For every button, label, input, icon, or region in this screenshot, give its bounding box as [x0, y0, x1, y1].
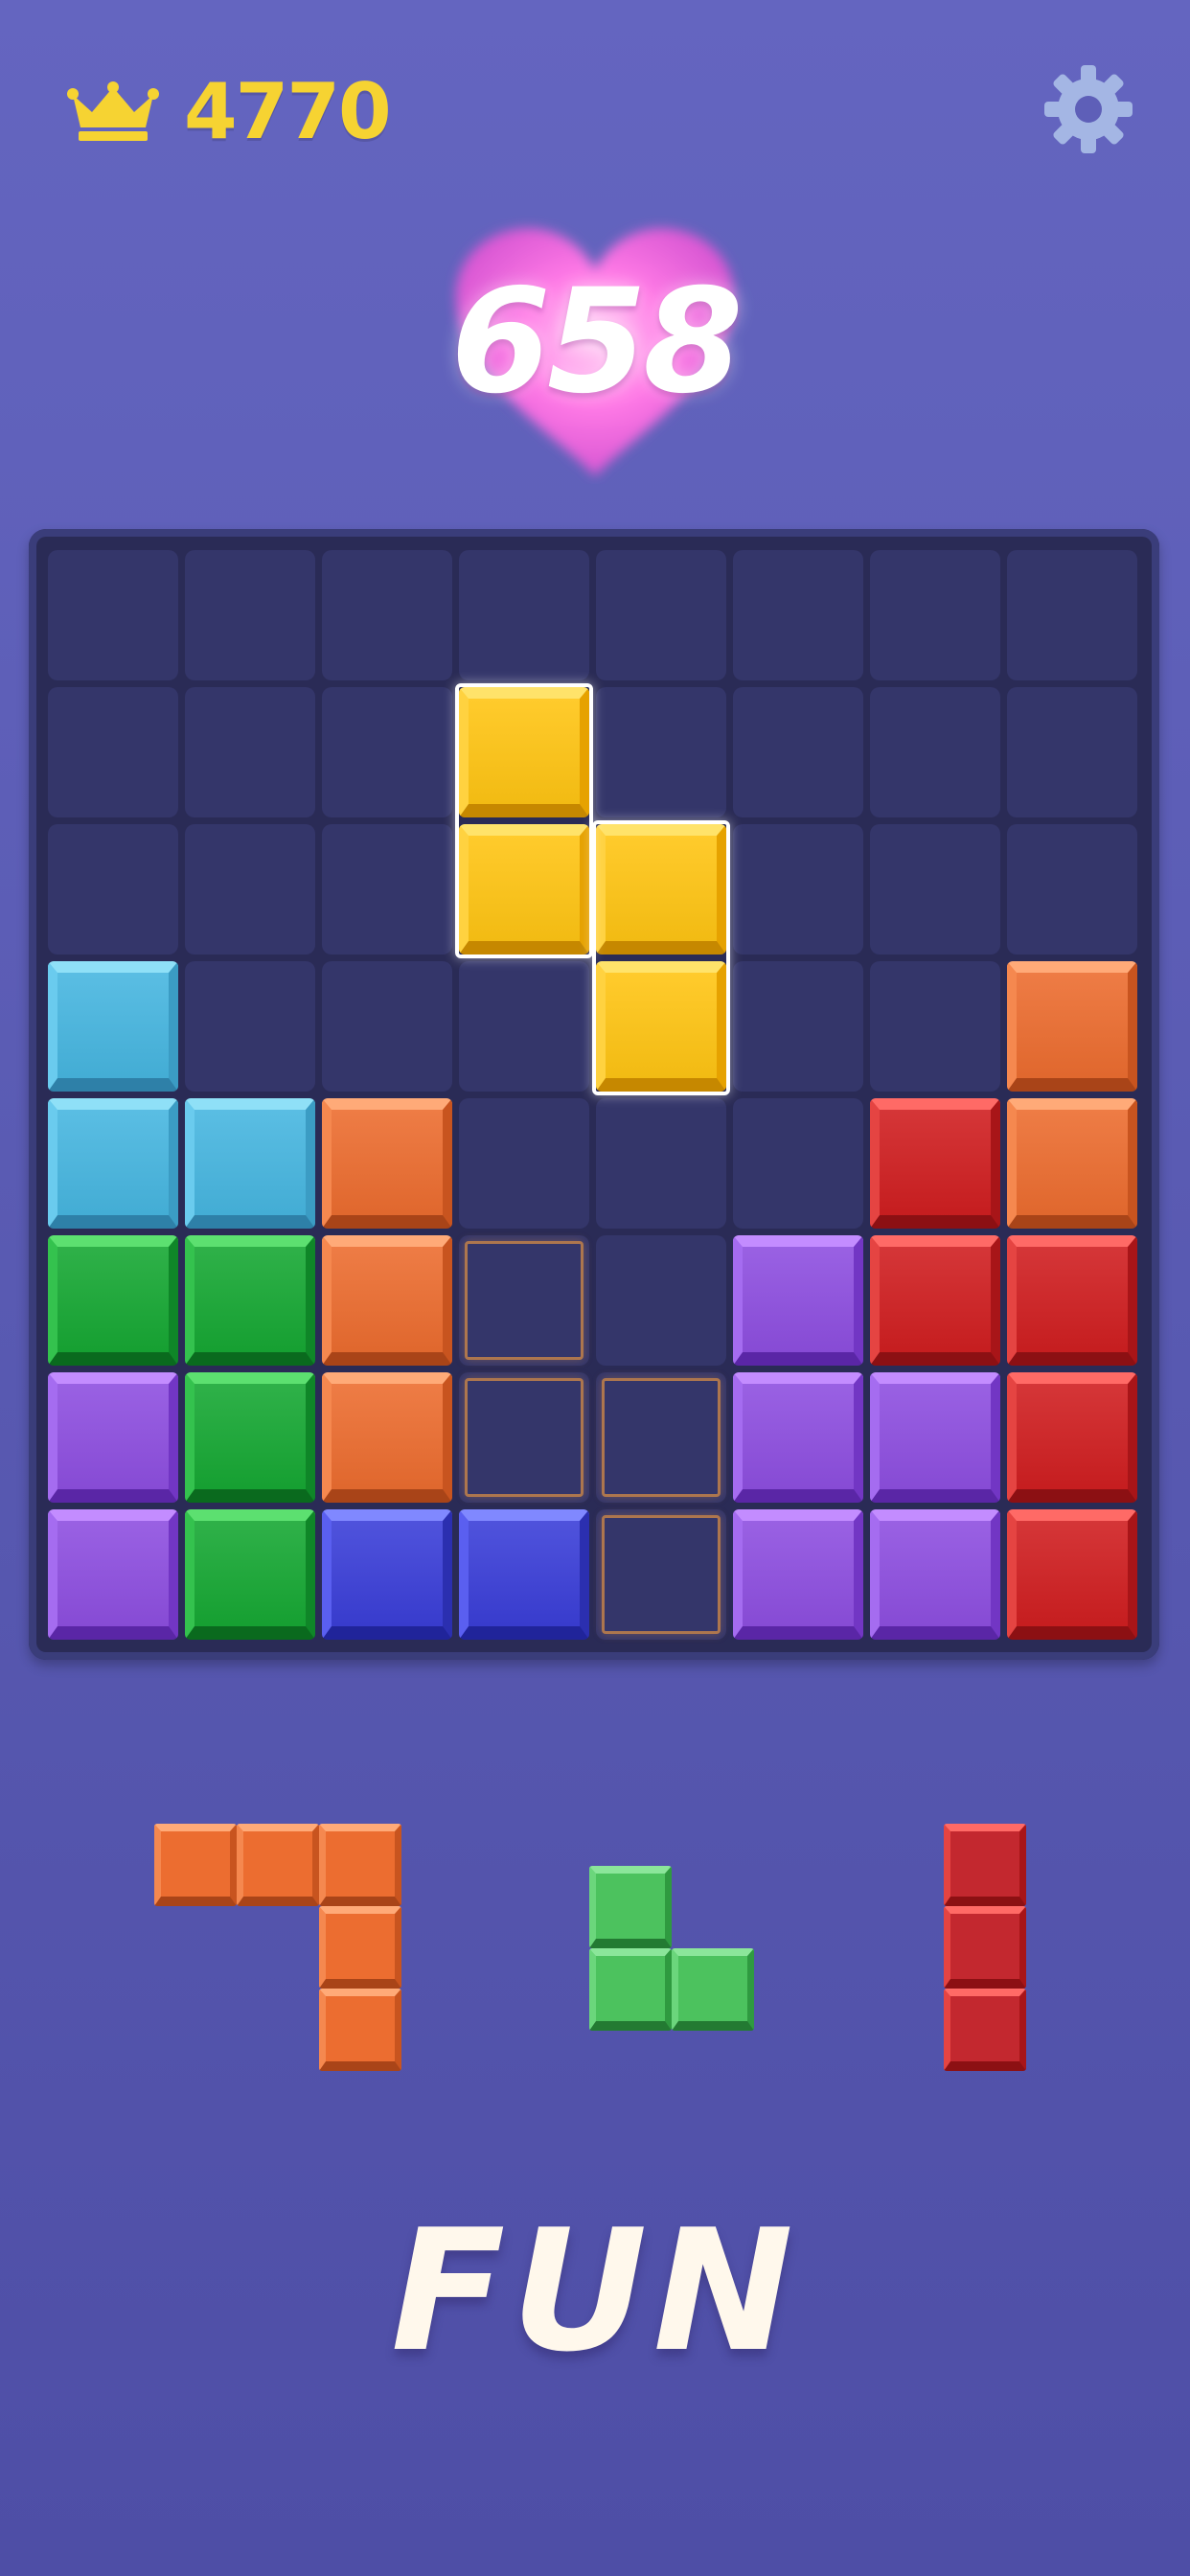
score-heart: 658 [443, 206, 747, 484]
dragging-piece-outline [592, 820, 730, 1095]
board-cell[interactable] [48, 550, 178, 680]
placement-hint-cell [602, 1515, 721, 1634]
board-cell[interactable] [596, 1098, 726, 1229]
red-block [870, 1098, 1000, 1229]
blue-block [459, 1509, 589, 1640]
green-block [185, 1235, 315, 1366]
board-cell[interactable] [322, 961, 452, 1092]
orange-block [322, 1235, 452, 1366]
board-cell[interactable] [870, 550, 1000, 680]
tray-block [944, 1824, 1026, 1906]
cyan-block [185, 1098, 315, 1229]
board-cell[interactable] [185, 961, 315, 1092]
red-block [1007, 1509, 1137, 1640]
board-cell[interactable] [596, 550, 726, 680]
board-cell[interactable] [322, 687, 452, 817]
red-block [1007, 1235, 1137, 1366]
board-cell[interactable] [48, 687, 178, 817]
orange-block [1007, 961, 1137, 1092]
crown-icon [67, 80, 159, 141]
game-board[interactable] [29, 529, 1159, 1660]
tray-block [319, 1906, 401, 1989]
tray-block [589, 1866, 672, 1948]
tray-block [672, 1948, 754, 2031]
placement-hint-cell [465, 1378, 584, 1497]
purple-block [870, 1372, 1000, 1503]
red-block [870, 1235, 1000, 1366]
board-cell[interactable] [185, 824, 315, 954]
cyan-block [48, 961, 178, 1092]
red-block [1007, 1372, 1137, 1503]
board-cell[interactable] [870, 687, 1000, 817]
tray-block [154, 1824, 237, 1906]
purple-block [48, 1372, 178, 1503]
board-cell[interactable] [459, 550, 589, 680]
board-cell[interactable] [733, 961, 863, 1092]
tray-block [319, 1989, 401, 2071]
tray-block [944, 1989, 1026, 2071]
purple-block [733, 1235, 863, 1366]
board-cell[interactable] [322, 550, 452, 680]
board-cell[interactable] [459, 1098, 589, 1229]
orange-block [322, 1098, 452, 1229]
board-cell[interactable] [870, 824, 1000, 954]
board-cell[interactable] [48, 824, 178, 954]
tray-block [237, 1824, 319, 1906]
current-score: 658 [450, 259, 743, 426]
tray-block [319, 1824, 401, 1906]
green-block [48, 1235, 178, 1366]
board-cell[interactable] [1007, 824, 1137, 954]
orange-block [322, 1372, 452, 1503]
tray-block [589, 1948, 672, 2031]
dragging-piece-outline [455, 683, 593, 958]
board-cell[interactable] [733, 687, 863, 817]
purple-block [733, 1372, 863, 1503]
gear-icon[interactable] [1042, 63, 1134, 155]
tagline: FUN [390, 2195, 800, 2389]
board-cell[interactable] [596, 687, 726, 817]
blue-block [322, 1509, 452, 1640]
board-cell[interactable] [185, 687, 315, 817]
purple-block [48, 1509, 178, 1640]
purple-block [733, 1509, 863, 1640]
green-block [185, 1372, 315, 1503]
board-cell[interactable] [733, 550, 863, 680]
board-cell[interactable] [596, 1235, 726, 1366]
board-cell[interactable] [322, 824, 452, 954]
board-cell[interactable] [1007, 550, 1137, 680]
purple-block [870, 1509, 1000, 1640]
board-cell[interactable] [185, 550, 315, 680]
green-block [185, 1509, 315, 1640]
tray-block [944, 1906, 1026, 1989]
board-cell[interactable] [733, 1098, 863, 1229]
board-cell[interactable] [870, 961, 1000, 1092]
cyan-block [48, 1098, 178, 1229]
board-cell[interactable] [733, 824, 863, 954]
placement-hint-cell [602, 1378, 721, 1497]
orange-block [1007, 1098, 1137, 1229]
placement-hint-cell [465, 1241, 584, 1360]
best-score-display: 4770 [67, 67, 392, 156]
board-cell[interactable] [459, 961, 589, 1092]
best-score-value: 4770 [184, 67, 392, 156]
board-cell[interactable] [1007, 687, 1137, 817]
